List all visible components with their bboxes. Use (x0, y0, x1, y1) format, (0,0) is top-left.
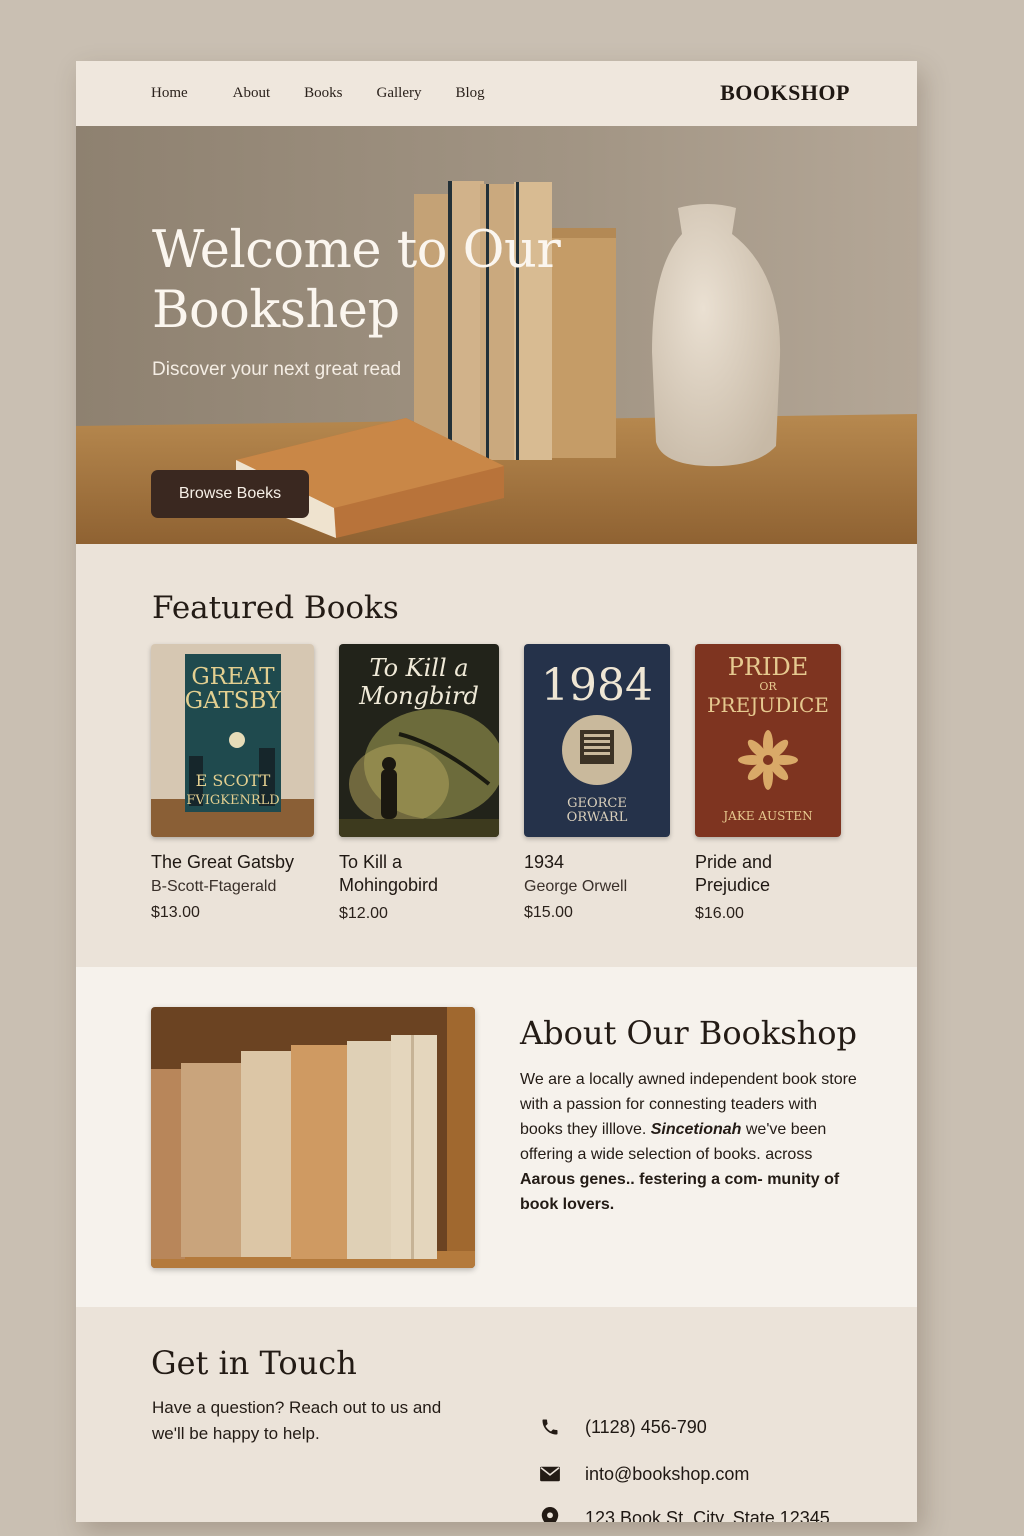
book-title[interactable]: To Kill a Mohingobird (339, 851, 499, 897)
phone-icon (538, 1415, 562, 1439)
hero-subtitle: Discover your next great read (152, 359, 402, 380)
nav-links: Home About Books Gallery Blog (151, 85, 519, 102)
book-title[interactable]: The Great Gatsby (151, 851, 314, 874)
top-nav: Home About Books Gallery Blog BOOKSHOP (76, 61, 917, 126)
nav-home-link[interactable]: Home (151, 85, 188, 102)
featured-books-section: Featured Books GREAT GATSBY E SCOTT FVIG… (76, 544, 917, 967)
contact-heading: Get in Touch (151, 1344, 357, 1382)
contact-description: Have a question? Reach out to us and we'… (152, 1398, 442, 1443)
about-section: About Our Bookshop We are a locally awne… (76, 967, 917, 1307)
book-price: $15.00 (524, 904, 573, 921)
book-cover-pride-and-prejudice[interactable]: PRIDE OR PREJUDICE JAKE AUSTEN (695, 644, 841, 837)
svg-text:To Kill a: To Kill a (369, 654, 468, 682)
svg-text:OR: OR (759, 680, 777, 693)
contact-email[interactable]: into@bookshop.com (538, 1462, 749, 1486)
book-cover-great-gatsby[interactable]: GREAT GATSBY E SCOTT FVIGKENRLD (151, 644, 314, 837)
featured-heading: Featured Books (152, 590, 399, 626)
nav-about-link[interactable]: About (233, 85, 271, 102)
svg-text:JAKE AUSTEN: JAKE AUSTEN (721, 809, 812, 823)
nav-blog-link[interactable]: Blog (456, 85, 485, 102)
nav-gallery-link[interactable]: Gallery (377, 85, 422, 102)
book-card[interactable]: PRIDE OR PREJUDICE JAKE AUSTEN Pride and… (695, 644, 841, 923)
location-pin-icon (538, 1506, 562, 1522)
book-card[interactable]: To Kill a Mongbird To Kill a Mohingobird… (339, 644, 499, 923)
svg-text:GEORCE: GEORCE (567, 796, 627, 811)
svg-text:Mongbird: Mongbird (358, 682, 479, 710)
book-cover-to-kill-a-mockingbird[interactable]: To Kill a Mongbird (339, 644, 499, 837)
phone-number[interactable]: (1128) 456-790 (585, 1417, 707, 1438)
svg-text:PREJUDICE: PREJUDICE (707, 693, 829, 717)
street-address[interactable]: 123 Book St. City, State 12345 (585, 1508, 830, 1523)
hero-title: Welcome to Our Bookshep (152, 221, 561, 340)
book-author: B-Scott-Ftagerald (151, 878, 277, 895)
book-price: $12.00 (339, 905, 388, 922)
book-title[interactable]: 1934 (524, 851, 670, 874)
svg-text:E SCOTT: E SCOTT (196, 771, 271, 790)
svg-text:1984: 1984 (541, 660, 653, 711)
svg-text:PRIDE: PRIDE (728, 653, 808, 681)
book-cover-1984[interactable]: 1984 GEORCE ORWARL (524, 644, 670, 837)
nav-books-link[interactable]: Books (304, 85, 342, 102)
svg-text:GATSBY: GATSBY (185, 688, 282, 714)
book-title[interactable]: Pride and Prejudice (695, 851, 841, 897)
book-price: $16.00 (695, 905, 744, 922)
book-price: $13.00 (151, 904, 200, 921)
about-paragraph: We are a locally awned independent book … (520, 1071, 857, 1213)
about-heading: About Our Bookshop (520, 1014, 858, 1052)
email-address[interactable]: into@bookshop.com (585, 1464, 749, 1485)
svg-text:GREAT: GREAT (191, 664, 275, 690)
bookshelf-image (151, 1007, 475, 1268)
svg-text:FVIGKENRLD: FVIGKENRLD (186, 793, 279, 808)
book-card[interactable]: 1984 GEORCE ORWARL 1934 George Orwell $1… (524, 644, 670, 922)
contact-phone[interactable]: (1128) 456-790 (538, 1415, 707, 1439)
hero-banner: Welcome to Our Bookshep Discover your ne… (76, 126, 917, 544)
browse-books-button[interactable]: Browse Boeks (151, 470, 309, 518)
brand-logo[interactable]: BOOKSHOP (720, 80, 850, 106)
book-card[interactable]: GREAT GATSBY E SCOTT FVIGKENRLD The Grea… (151, 644, 314, 922)
contact-address[interactable]: 123 Book St. City, State 12345 (538, 1506, 830, 1522)
mail-icon (538, 1462, 562, 1486)
contact-section: Get in Touch Have a question? Reach out … (76, 1307, 917, 1522)
svg-text:ORWARL: ORWARL (567, 810, 628, 825)
book-author: George Orwell (524, 878, 628, 895)
page: Home About Books Gallery Blog BOOKSHOP W… (76, 61, 917, 1522)
